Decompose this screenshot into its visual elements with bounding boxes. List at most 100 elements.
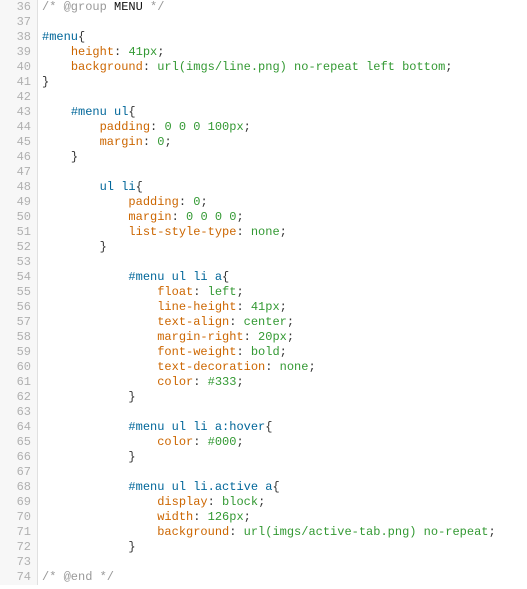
line-number: 60 <box>0 360 31 375</box>
code-token: { <box>78 30 85 44</box>
line-number: 48 <box>0 180 31 195</box>
code-line[interactable]: } <box>42 390 527 405</box>
code-token: */ <box>143 0 165 14</box>
code-line[interactable]: } <box>42 540 527 555</box>
code-line[interactable] <box>42 165 527 180</box>
code-token: } <box>128 450 135 464</box>
code-line[interactable]: display: block; <box>42 495 527 510</box>
code-line[interactable] <box>42 465 527 480</box>
code-token: line-height <box>157 300 236 314</box>
code-token: #menu ul li a <box>128 270 222 284</box>
code-token: : <box>236 300 250 314</box>
code-token: margin-right <box>157 330 243 344</box>
code-token: ; <box>258 495 265 509</box>
code-line[interactable]: #menu ul li a:hover{ <box>42 420 527 435</box>
code-line[interactable]: background: url(imgs/active-tab.png) no-… <box>42 525 527 540</box>
code-line[interactable]: background: url(imgs/line.png) no-repeat… <box>42 60 527 75</box>
code-token: { <box>265 420 272 434</box>
line-number: 45 <box>0 135 31 150</box>
code-line[interactable]: margin: 0 0 0 0; <box>42 210 527 225</box>
code-area[interactable]: /* @group MENU */ #menu{ height: 41px; b… <box>38 0 527 585</box>
code-token: ; <box>445 60 452 74</box>
code-token: 0 0 0 0 <box>186 210 236 224</box>
code-line[interactable]: line-height: 41px; <box>42 300 527 315</box>
code-token: ; <box>287 315 294 329</box>
code-line[interactable] <box>42 555 527 570</box>
code-token: 20px <box>258 330 287 344</box>
code-token: { <box>272 480 279 494</box>
code-token: ; <box>236 435 243 449</box>
line-number: 53 <box>0 255 31 270</box>
code-line[interactable]: font-weight: bold; <box>42 345 527 360</box>
line-number: 59 <box>0 345 31 360</box>
code-token: ; <box>488 525 495 539</box>
code-token: : <box>193 510 207 524</box>
code-token: #menu <box>42 30 78 44</box>
code-editor[interactable]: 3637383940414243444546474849505152535455… <box>0 0 527 585</box>
code-token: text-decoration <box>157 360 265 374</box>
code-token: : <box>193 285 207 299</box>
line-number: 71 <box>0 525 31 540</box>
code-token: : <box>150 120 164 134</box>
code-line[interactable]: margin-right: 20px; <box>42 330 527 345</box>
code-token: 126px <box>208 510 244 524</box>
line-number: 55 <box>0 285 31 300</box>
code-line[interactable]: color: #000; <box>42 435 527 450</box>
code-token: background <box>157 525 229 539</box>
code-line[interactable]: #menu{ <box>42 30 527 45</box>
code-line[interactable]: /* @group MENU */ <box>42 0 527 15</box>
line-number: 65 <box>0 435 31 450</box>
code-token: left <box>208 285 237 299</box>
code-token: background <box>71 60 143 74</box>
line-number: 73 <box>0 555 31 570</box>
code-token: : <box>265 360 279 374</box>
code-token: : <box>208 495 222 509</box>
code-line[interactable]: height: 41px; <box>42 45 527 60</box>
line-number-gutter: 3637383940414243444546474849505152535455… <box>0 0 38 585</box>
code-token: text-align <box>157 315 229 329</box>
code-token: : <box>229 525 243 539</box>
code-token: /* @group <box>42 0 114 14</box>
code-line[interactable]: } <box>42 240 527 255</box>
code-line[interactable] <box>42 15 527 30</box>
line-number: 39 <box>0 45 31 60</box>
code-line[interactable]: } <box>42 75 527 90</box>
code-line[interactable]: width: 126px; <box>42 510 527 525</box>
code-line[interactable]: padding: 0; <box>42 195 527 210</box>
code-token: : <box>179 195 193 209</box>
code-line[interactable]: } <box>42 150 527 165</box>
code-token: } <box>100 240 107 254</box>
line-number: 74 <box>0 570 31 585</box>
code-line[interactable] <box>42 90 527 105</box>
code-token: width <box>157 510 193 524</box>
code-line[interactable]: #menu ul li.active a{ <box>42 480 527 495</box>
line-number: 68 <box>0 480 31 495</box>
line-number: 63 <box>0 405 31 420</box>
code-token: font-weight <box>157 345 236 359</box>
code-line[interactable]: margin: 0; <box>42 135 527 150</box>
code-line[interactable]: #menu ul li a{ <box>42 270 527 285</box>
code-line[interactable]: ul li{ <box>42 180 527 195</box>
code-token: ; <box>287 330 294 344</box>
code-token: ; <box>236 375 243 389</box>
code-line[interactable]: padding: 0 0 0 100px; <box>42 120 527 135</box>
code-token: ; <box>157 45 164 59</box>
code-line[interactable]: /* @end */ <box>42 570 527 585</box>
code-line[interactable]: text-decoration: none; <box>42 360 527 375</box>
code-line[interactable]: } <box>42 450 527 465</box>
code-token: ; <box>280 225 287 239</box>
code-line[interactable]: float: left; <box>42 285 527 300</box>
code-line[interactable] <box>42 405 527 420</box>
code-token: 41px <box>251 300 280 314</box>
line-number: 66 <box>0 450 31 465</box>
code-line[interactable]: #menu ul{ <box>42 105 527 120</box>
code-line[interactable] <box>42 255 527 270</box>
code-line[interactable]: text-align: center; <box>42 315 527 330</box>
code-token: } <box>42 75 49 89</box>
code-line[interactable]: list-style-type: none; <box>42 225 527 240</box>
line-number: 62 <box>0 390 31 405</box>
code-line[interactable]: color: #333; <box>42 375 527 390</box>
code-token: none <box>251 225 280 239</box>
code-token: ; <box>308 360 315 374</box>
code-token: url(imgs/line.png) no-repeat left bottom <box>157 60 445 74</box>
